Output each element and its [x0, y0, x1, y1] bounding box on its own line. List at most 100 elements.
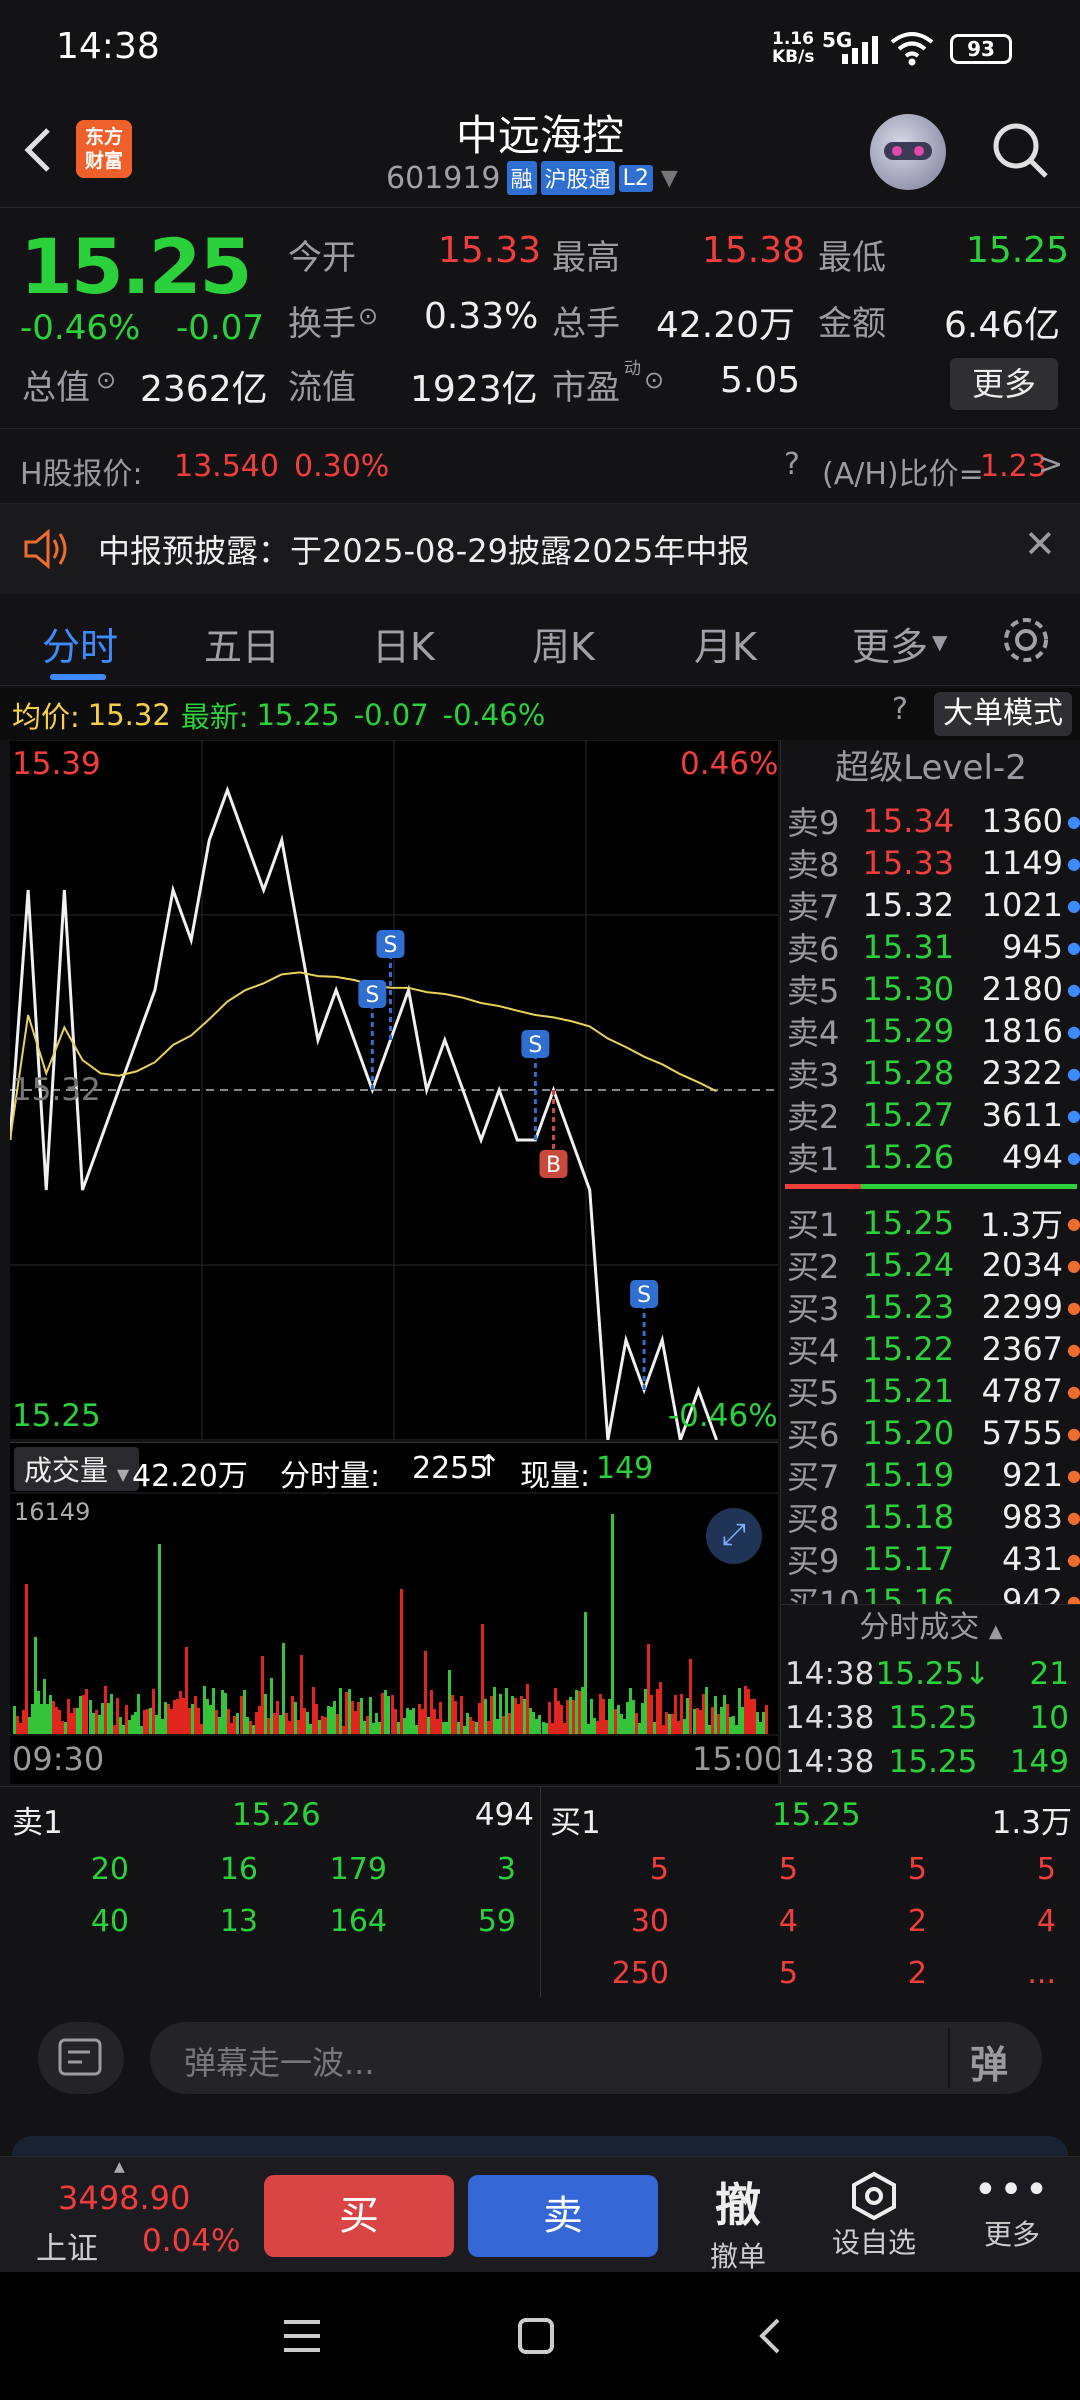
tag-connect: 沪股通	[540, 161, 615, 195]
volume-header: 成交量 ▼ 42.20万 分时量: 2255 ↑ 现量: 149	[10, 1442, 778, 1494]
bid-row[interactable]: 买1 15.25 1.3万 ●	[781, 1202, 1080, 1244]
market-cap-info-icon[interactable]: ⊙	[96, 366, 116, 394]
low-label: 最低	[818, 238, 886, 278]
more-menu-button[interactable]: ••• 更多	[970, 2157, 1054, 2273]
ask-row[interactable]: 卖1 15.26 494 ●	[781, 1136, 1080, 1178]
pe-info-icon[interactable]: ⊙	[644, 366, 664, 394]
bid-row[interactable]: 买7 15.19 921 ●	[781, 1454, 1080, 1496]
help-circle-icon[interactable]: ?	[892, 692, 908, 727]
battery-icon: 93	[950, 34, 1012, 64]
add-watchlist-button[interactable]: 设自选	[822, 2157, 926, 2273]
sell-marker[interactable]: S	[521, 1030, 550, 1140]
cancel-order-button[interactable]: 撤 撤单	[696, 2157, 780, 2273]
danmu-bar: 弹幕走一波... 弹	[0, 2000, 1080, 2120]
ask-row[interactable]: 卖7 15.32 1021 ●	[781, 884, 1080, 926]
stock-code-row[interactable]: 601919 融 沪股通 L2 ▼	[386, 158, 678, 198]
ask-volume: 1816	[981, 1012, 1064, 1050]
volume-chart: 16149 ⤢	[10, 1494, 778, 1734]
queue-order-volume: 4	[1036, 1903, 1056, 1939]
bid-row[interactable]: 买6 15.20 5755 ●	[781, 1412, 1080, 1454]
bid-row[interactable]: 买8 15.18 983 ●	[781, 1496, 1080, 1538]
tab-daily-k[interactable]: 日K	[372, 616, 435, 671]
bid-level: 买4	[787, 1332, 840, 1370]
bid-row[interactable]: 买4 15.22 2367 ●	[781, 1328, 1080, 1370]
buy-marker[interactable]: B	[539, 1090, 568, 1178]
menu-icon[interactable]	[282, 2316, 322, 2356]
bid-row[interactable]: 买2 15.24 2034 ●	[781, 1244, 1080, 1286]
volume-dropdown[interactable]: 成交量 ▼	[14, 1447, 140, 1491]
intraday-chart[interactable]: SSSBS 15.39 0.46% 15.32 15.25 -0.46%	[10, 740, 778, 1440]
bid-level: 买3	[787, 1290, 840, 1328]
more-dots-icon: •••	[973, 2167, 1051, 2213]
tab-more[interactable]: 更多	[852, 616, 928, 671]
ask-row[interactable]: 卖9 15.34 1360 ●	[781, 800, 1080, 842]
index-value[interactable]: 3498.90	[58, 2179, 190, 2217]
current-price: 15.25	[20, 222, 252, 311]
chart-top-percent: 0.46%	[680, 746, 779, 782]
danmu-toggle-icon[interactable]: 弹	[970, 2034, 1008, 2089]
ask-row[interactable]: 卖2 15.27 3611 ●	[781, 1094, 1080, 1136]
ask-row[interactable]: 卖3 15.28 2322 ●	[781, 1052, 1080, 1094]
bid-row[interactable]: 买3 15.23 2299 ●	[781, 1286, 1080, 1328]
ask-row[interactable]: 卖4 15.29 1816 ●	[781, 1010, 1080, 1052]
notice-bar[interactable]: 中报预披露：于2025-08-29披露2025年中报 ✕	[0, 504, 1080, 594]
big-order-mode-button[interactable]: 大单模式	[934, 692, 1072, 736]
svg-text:S: S	[365, 983, 379, 1008]
tick-price: 15.25	[888, 1700, 978, 1736]
tab-monthly-k[interactable]: 月K	[694, 616, 757, 671]
close-icon[interactable]: ✕	[1024, 522, 1056, 566]
ask-price: 15.27	[862, 1096, 955, 1134]
queue-bid-row: 5 5 5 5	[540, 1843, 1080, 1895]
ask-row[interactable]: 卖8 15.33 1149 ●	[781, 842, 1080, 884]
open-label: 今开	[288, 238, 356, 278]
bid-level: 买8	[787, 1500, 840, 1538]
turnover-info-icon[interactable]: ⊙	[358, 302, 378, 330]
back-icon[interactable]	[750, 2316, 790, 2356]
ask-price: 15.34	[862, 802, 955, 840]
level2-title: 超级Level-2	[835, 748, 1027, 788]
more-quote-button[interactable]: 更多	[950, 358, 1058, 410]
tick-trades-header[interactable]: 分时成交 ▲	[781, 1604, 1080, 1650]
ah-label: (A/H)比价=	[822, 457, 984, 492]
help-circle-icon[interactable]: ?	[784, 447, 800, 482]
bid-row[interactable]: 买9 15.17 431 ●	[781, 1538, 1080, 1580]
queue-order-volume: 4	[778, 1903, 798, 1939]
cancel-order-icon: 撤	[715, 2178, 761, 2232]
caret-down-icon: ▼	[660, 165, 678, 191]
queue-ask-row: 20 16 179 3	[0, 1843, 540, 1895]
tick-price: 15.25↓	[875, 1656, 991, 1692]
ask-row[interactable]: 卖6 15.31 945 ●	[781, 926, 1080, 968]
ask-volume: 2180	[981, 970, 1064, 1008]
tab-five-day[interactable]: 五日	[204, 616, 280, 671]
robot-assistant-icon[interactable]	[870, 114, 946, 190]
buy-button[interactable]: 买	[264, 2175, 454, 2257]
sell-marker[interactable]: S	[630, 1280, 659, 1390]
chart-mid-price: 15.32	[12, 1072, 101, 1108]
sell-button[interactable]: 卖	[468, 2175, 658, 2257]
danmu-list-button[interactable]	[38, 2022, 124, 2094]
last-value: 15.25	[256, 698, 340, 732]
bid-price: 15.21	[862, 1372, 955, 1410]
turnover-value: 0.33%	[424, 296, 539, 337]
tab-weekly-k[interactable]: 周K	[532, 616, 595, 671]
volume-bar	[610, 1514, 614, 1734]
bid-level: 买2	[787, 1248, 840, 1286]
h-share-percent: 0.30%	[294, 449, 390, 484]
svg-text:S: S	[637, 1283, 651, 1308]
tick-row: 14:38 15.25 10	[781, 1696, 1080, 1740]
chevron-right-icon[interactable]: >	[1038, 447, 1063, 482]
network-speed: 1.16 KB/s	[772, 29, 815, 67]
order-queue: 卖1 15.26 494 买1 15.25 1.3万 20 16 179 3 40 13 1…	[0, 1786, 1080, 1997]
chart-top-price: 15.39	[12, 746, 101, 782]
avg-value: 15.32	[87, 698, 171, 732]
search-icon[interactable]	[990, 120, 1050, 184]
sell-marker[interactable]: S	[358, 980, 387, 1090]
danmu-input[interactable]: 弹幕走一波... 弹	[150, 2022, 1042, 2094]
ask-row[interactable]: 卖5 15.30 2180 ●	[781, 968, 1080, 1010]
tab-intraday[interactable]: 分时	[42, 616, 118, 671]
gear-icon[interactable]	[1000, 614, 1052, 666]
ask-volume: 945	[1001, 928, 1064, 966]
home-icon[interactable]	[516, 2316, 556, 2356]
notice-text: 中报预披露：于2025-08-29披露2025年中报	[98, 532, 750, 570]
bid-row[interactable]: 买5 15.21 4787 ●	[781, 1370, 1080, 1412]
